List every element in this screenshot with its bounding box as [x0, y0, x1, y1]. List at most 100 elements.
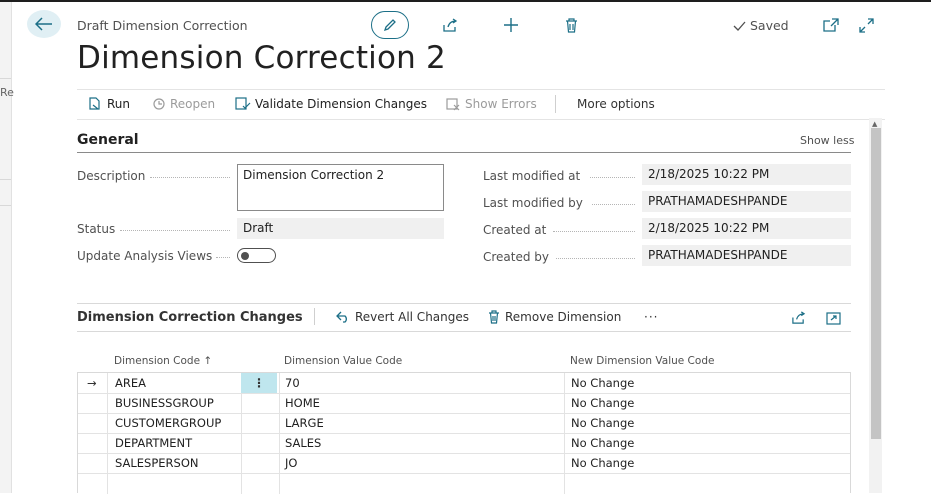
delete-button[interactable]: [561, 16, 581, 34]
expand-icon: [858, 17, 874, 33]
reopen-action[interactable]: Reopen: [152, 97, 215, 111]
dimension-code-cell[interactable]: SALESPERSON: [115, 453, 199, 473]
leader-dots: [216, 257, 230, 259]
dimension-code-cell[interactable]: BUSINESSGROUP: [115, 393, 214, 413]
scrollbar-thumb[interactable]: [871, 128, 881, 439]
reopen-label: Reopen: [170, 97, 216, 111]
last-modified-at-value: 2/18/2025 10:22 PM: [642, 164, 851, 185]
leader-dots: [553, 231, 635, 233]
divider: [0, 78, 11, 79]
remove-dimension-label: Remove Dimension: [505, 310, 622, 324]
dimension-code-cell[interactable]: AREA: [115, 373, 146, 393]
table-row-empty[interactable]: [78, 473, 850, 493]
created-by-label: Created by: [483, 250, 550, 264]
reopen-icon: [153, 98, 165, 110]
leader-dots: [590, 177, 635, 179]
dimension-value-code-cell[interactable]: JO: [285, 453, 297, 473]
last-modified-by-label: Last modified by: [483, 196, 583, 210]
action-bar: Run Reopen Validate Dimension Changes Sh…: [77, 89, 885, 120]
dimension-value-code-cell[interactable]: SALES: [285, 433, 321, 453]
share-icon: [791, 311, 805, 324]
new-dimension-value-code-cell[interactable]: No Change: [571, 413, 634, 433]
toggle-knob: [241, 251, 249, 260]
dimension-value-code-cell[interactable]: 70: [285, 373, 300, 393]
vertical-scrollbar[interactable]: ▲: [869, 118, 882, 493]
validate-dimension-changes-action[interactable]: Validate Dimension Changes: [235, 97, 427, 111]
back-button[interactable]: [27, 10, 61, 38]
share-list-button[interactable]: [789, 310, 807, 326]
dimension-value-code-cell[interactable]: HOME: [285, 393, 320, 413]
show-less-link[interactable]: Show less: [800, 134, 854, 147]
saved-label: Saved: [750, 18, 789, 33]
status-label: Status: [77, 222, 116, 236]
validate-label: Validate Dimension Changes: [255, 97, 427, 111]
description-input[interactable]: Dimension Correction 2: [237, 164, 444, 211]
status-value: Draft: [237, 218, 444, 239]
leader-dots: [150, 177, 230, 179]
pencil-icon: [383, 19, 396, 32]
leader-dots: [556, 258, 635, 260]
run-action[interactable]: Run: [88, 97, 130, 111]
new-dimension-value-code-cell[interactable]: No Change: [571, 393, 634, 413]
row-menu-button[interactable]: ⋮: [241, 373, 277, 393]
description-label: Description: [77, 169, 146, 183]
column-header-new-dimension-value-code[interactable]: New Dimension Value Code: [570, 355, 714, 367]
new-dimension-value-code-cell[interactable]: No Change: [571, 453, 634, 473]
scroll-up-icon[interactable]: ▲: [872, 120, 877, 128]
subpage-divider: [77, 331, 851, 332]
action-separator: [555, 95, 556, 113]
leader-dots: [120, 230, 230, 232]
more-actions-button[interactable]: ···: [644, 310, 658, 324]
trash-icon: [565, 17, 577, 33]
divider: [0, 205, 11, 206]
update-analysis-views-label: Update Analysis Views: [77, 249, 213, 263]
background-page-strip: Re: [0, 2, 14, 493]
open-new-window-button[interactable]: [822, 16, 840, 34]
created-by-value: PRATHAMADESHPANDE: [642, 245, 851, 266]
run-label: Run: [107, 97, 131, 111]
checkmark-icon: [733, 21, 746, 31]
column-header-dimension-value-code[interactable]: Dimension Value Code: [284, 355, 402, 367]
more-options-action[interactable]: More options: [577, 97, 655, 111]
last-modified-at-label: Last modified at: [483, 169, 581, 183]
open-new-window-icon: [823, 18, 839, 32]
expand-list-button[interactable]: [824, 310, 842, 326]
last-modified-by-value: PRATHAMADESHPANDE: [642, 191, 851, 212]
table-row[interactable]: CUSTOMERGROUP LARGE No Change: [78, 413, 850, 434]
share-button[interactable]: [440, 16, 460, 34]
validate-icon: [235, 97, 251, 110]
update-analysis-views-toggle[interactable]: [237, 248, 276, 263]
revert-all-changes-button[interactable]: Revert All Changes: [336, 310, 469, 324]
expand-button[interactable]: [857, 16, 875, 34]
new-dimension-value-code-cell[interactable]: No Change: [571, 373, 634, 393]
dimension-code-cell[interactable]: DEPARTMENT: [115, 433, 192, 453]
errors-icon: [446, 98, 460, 111]
dimension-code-cell[interactable]: CUSTOMERGROUP: [115, 413, 221, 433]
general-section-title[interactable]: General: [77, 132, 139, 148]
divider: [0, 179, 11, 180]
table-row[interactable]: BUSINESSGROUP HOME No Change: [78, 393, 850, 414]
edit-button[interactable]: [371, 11, 409, 39]
new-dimension-value-code-cell[interactable]: No Change: [571, 433, 634, 453]
plus-icon: [504, 18, 518, 32]
expand-list-icon: [825, 311, 841, 325]
changes-grid: → AREA ⋮ 70 No Change BUSINESSGROUP HOME…: [77, 372, 851, 494]
new-button[interactable]: [501, 16, 521, 34]
subpage-separator: [314, 308, 315, 325]
column-header-dimension-code[interactable]: Dimension Code ↑: [114, 355, 212, 367]
created-at-label: Created at: [483, 223, 547, 237]
show-errors-action[interactable]: Show Errors: [446, 97, 537, 111]
table-row[interactable]: DEPARTMENT SALES No Change: [78, 433, 850, 454]
subpage-divider: [77, 303, 851, 304]
dimension-value-code-cell[interactable]: LARGE: [285, 413, 324, 433]
remove-dimension-button[interactable]: Remove Dimension: [488, 310, 621, 324]
background-text-fragment: Re: [0, 86, 14, 99]
arrow-left-icon: [35, 17, 52, 31]
saved-status: Saved: [733, 18, 789, 33]
revert-all-changes-label: Revert All Changes: [355, 310, 470, 324]
table-row[interactable]: → AREA ⋮ 70 No Change: [78, 373, 850, 394]
dimension-correction-changes-title[interactable]: Dimension Correction Changes: [77, 310, 303, 325]
show-errors-label: Show Errors: [465, 97, 537, 111]
table-row[interactable]: SALESPERSON JO No Change: [78, 453, 850, 474]
section-divider: [77, 152, 851, 153]
